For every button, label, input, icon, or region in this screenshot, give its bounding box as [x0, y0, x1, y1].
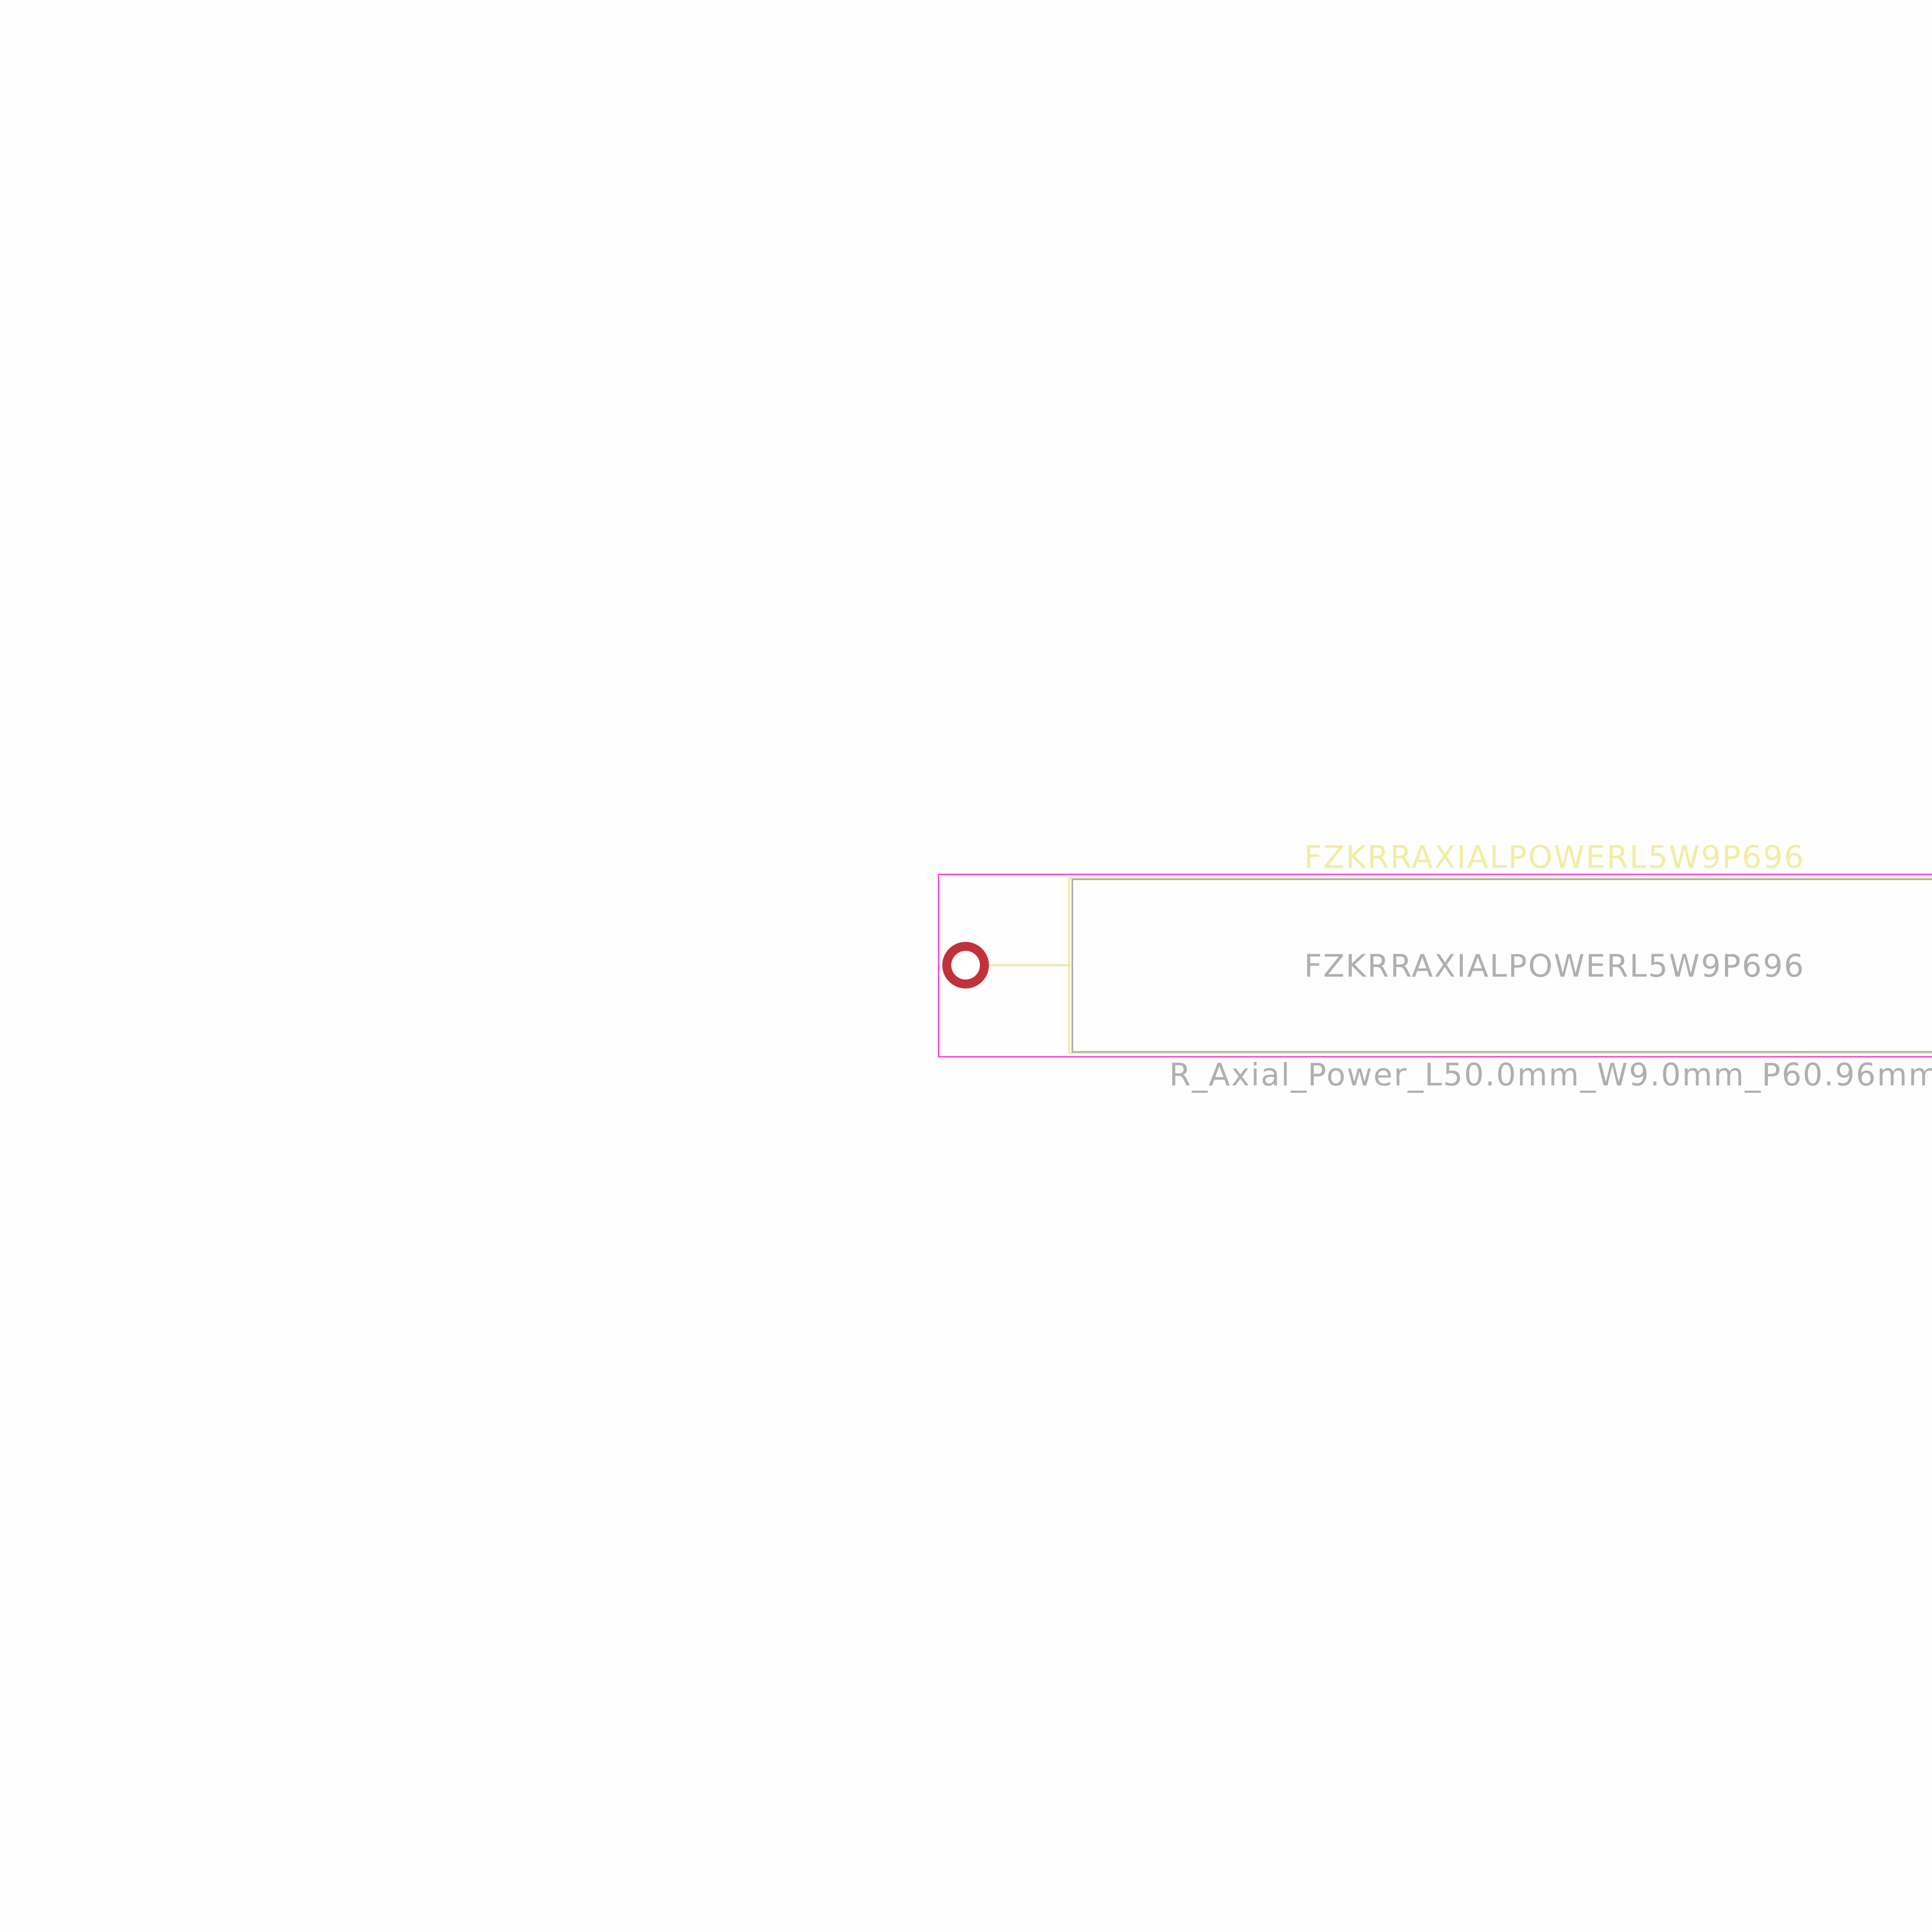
- footprint-canvas: FZKRRAXIALPOWERL5W9P696 FZKRRAXIALPOWERL…: [938, 839, 1932, 1093]
- footprint-name-label: R_Axial_Power_L50.0mm_W9.0mm_P60.96mm: [1169, 1056, 1932, 1093]
- reference-designator: FZKRRAXIALPOWERL5W9P696: [1304, 839, 1805, 875]
- pad-1-drill: [955, 955, 976, 976]
- value-label: FZKRRAXIALPOWERL5W9P696: [1304, 948, 1805, 984]
